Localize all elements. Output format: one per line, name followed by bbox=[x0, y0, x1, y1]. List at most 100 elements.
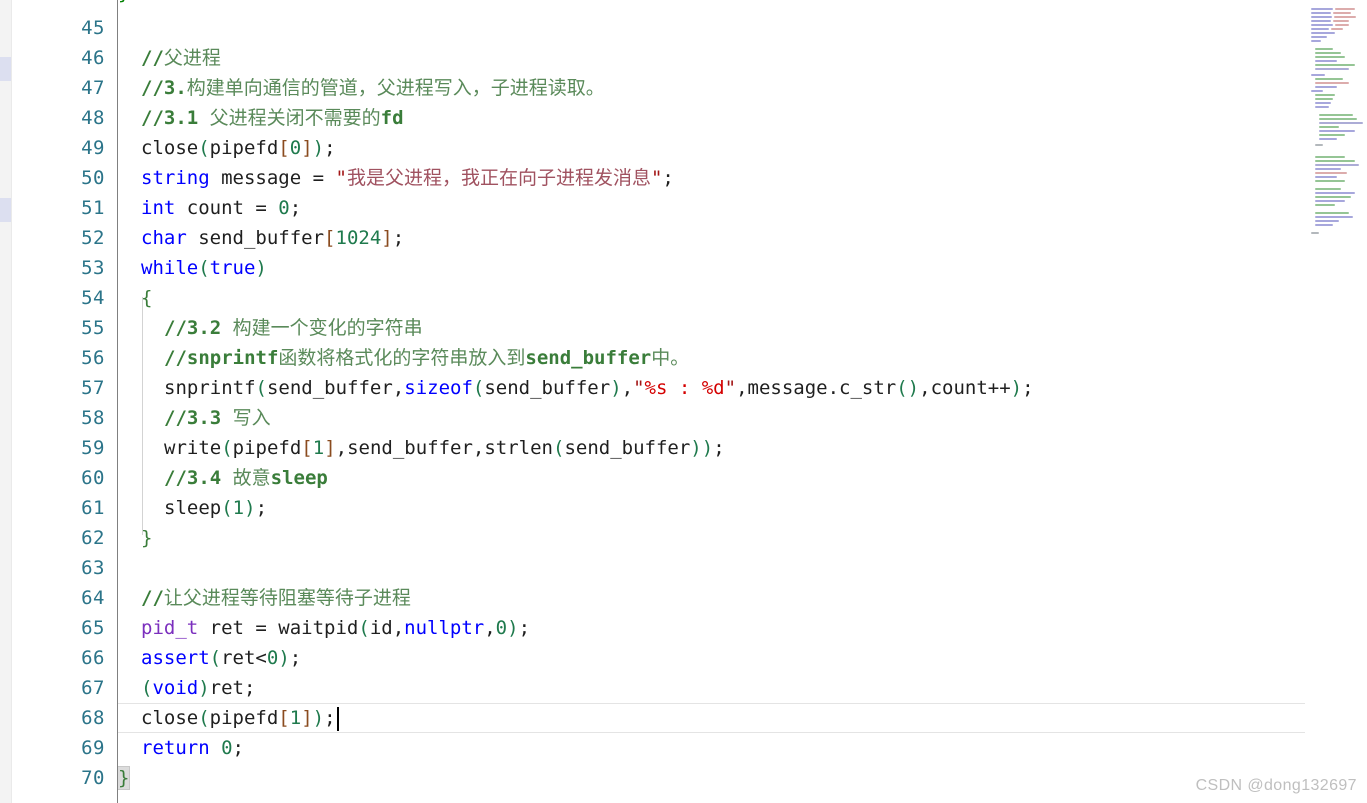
code-editor[interactable]: 45 46 47 48 49 50 51 52 53 54 55 56 57 58 59 60 61 62 63 64… bbox=[0, 0, 1367, 803]
code-line[interactable]: { bbox=[141, 283, 152, 313]
token-ident: ; bbox=[1022, 377, 1034, 399]
code-line[interactable]: sleep(1); bbox=[164, 493, 267, 523]
code-line[interactable]: //3.2 构建一个变化的字符串 bbox=[164, 313, 423, 343]
token-num: 0 bbox=[266, 647, 279, 669]
line-number: 59 bbox=[81, 437, 105, 459]
code-line[interactable]: //3.构建单向通信的管道，父进程写入，子进程读取。 bbox=[141, 73, 605, 103]
line-number: 55 bbox=[81, 317, 105, 339]
minimap-line bbox=[1315, 86, 1337, 88]
token-num: 1024 bbox=[335, 227, 382, 249]
code-line[interactable]: pid_t ret = waitpid(id,nullptr,0); bbox=[141, 613, 530, 643]
token-ident: ,message.c_str bbox=[736, 377, 897, 399]
code-line[interactable]: } bbox=[118, 763, 131, 793]
code-line[interactable]: //snprintf函数将格式化的字符串放入到send_buffer中。 bbox=[164, 343, 689, 373]
line-number: 46 bbox=[81, 47, 105, 69]
token-paren: () bbox=[896, 377, 920, 399]
code-line[interactable]: write(pipefd[1],send_buffer,strlen(send_… bbox=[164, 433, 725, 463]
token-cmt-cjk: 写入 bbox=[232, 407, 271, 429]
minimap-line bbox=[1319, 114, 1353, 116]
minimap-line bbox=[1315, 64, 1355, 66]
token-brace: { bbox=[141, 287, 153, 309]
token-brack: [ bbox=[278, 707, 290, 729]
line-number: 56 bbox=[81, 347, 105, 369]
minimap-line bbox=[1311, 90, 1323, 92]
token-ident: ; bbox=[232, 737, 244, 759]
token-brace: } bbox=[141, 527, 153, 549]
token-str-cjk: 我是父进程，我正在向子进程发消息 bbox=[346, 167, 651, 189]
minimap-line bbox=[1333, 12, 1351, 14]
code-content-area[interactable]: } //父进程//3.构建单向通信的管道，父进程写入，子进程读取。//3.1 父… bbox=[118, 0, 1367, 803]
token-ident: ; bbox=[713, 437, 725, 459]
code-line[interactable]: //父进程 bbox=[141, 43, 221, 73]
line-number: 51 bbox=[81, 197, 105, 219]
token-cmt: //3.1 bbox=[141, 107, 210, 129]
code-line[interactable]: while(true) bbox=[141, 253, 267, 283]
code-line[interactable]: int count = 0; bbox=[141, 193, 301, 223]
minimap-line bbox=[1315, 192, 1355, 194]
minimap-line bbox=[1311, 24, 1333, 26]
token-cmt-cjk: 函数将格式化的字符串放入到 bbox=[278, 347, 526, 369]
code-line[interactable]: close(pipefd[1]); bbox=[141, 703, 336, 733]
code-line[interactable]: char send_buffer[1024]; bbox=[141, 223, 404, 253]
code-line[interactable]: (void)ret; bbox=[141, 673, 255, 703]
code-line[interactable]: //让父进程等待阻塞等待子进程 bbox=[141, 583, 411, 613]
code-line[interactable]: return 0; bbox=[141, 733, 244, 763]
minimap-line bbox=[1319, 118, 1357, 120]
token-ident: send_buffer bbox=[484, 377, 611, 399]
code-line[interactable]: } bbox=[141, 523, 152, 553]
token-ident: pipefd bbox=[209, 707, 279, 729]
token-cmt-cjk: 故意 bbox=[232, 467, 271, 489]
token-fn: sleep bbox=[164, 497, 222, 519]
minimap-line bbox=[1333, 20, 1349, 22]
minimap-line bbox=[1315, 52, 1341, 54]
indent-guide bbox=[142, 297, 143, 535]
minimap-line bbox=[1315, 196, 1351, 198]
minimap-line bbox=[1315, 60, 1337, 62]
token-brace-match: } bbox=[118, 766, 131, 790]
token-cmt: //3.3 bbox=[164, 407, 233, 429]
csdn-watermark: CSDN @dong132697 bbox=[1195, 777, 1357, 794]
minimap-line bbox=[1331, 28, 1343, 30]
code-line[interactable]: assert(ret<0); bbox=[141, 643, 301, 673]
token-cmt-cjk: 让父进程等待阻塞等待子进程 bbox=[163, 587, 411, 609]
line-number: 58 bbox=[81, 407, 105, 429]
token-paren: ) bbox=[244, 497, 256, 519]
token-ident: send_buffer bbox=[564, 437, 691, 459]
token-paren: ( bbox=[209, 647, 222, 669]
minimap[interactable] bbox=[1305, 0, 1367, 803]
token-ident: ; bbox=[289, 197, 302, 219]
token-cmt: send_buffer bbox=[525, 347, 652, 369]
token-ident: ret< bbox=[221, 647, 267, 669]
overview-marker-0[interactable] bbox=[0, 57, 11, 81]
code-line[interactable]: //3.4 故意sleep bbox=[164, 463, 328, 493]
line-number: 50 bbox=[81, 167, 105, 189]
code-line[interactable]: //3.1 父进程关闭不需要的fd bbox=[141, 103, 404, 133]
minimap-line bbox=[1315, 204, 1335, 206]
code-line[interactable]: //3.3 写入 bbox=[164, 403, 271, 433]
minimap-line bbox=[1315, 176, 1337, 178]
token-kw: char bbox=[141, 227, 187, 249]
overview-ruler-strip[interactable] bbox=[0, 0, 12, 803]
token-kw: nullptr bbox=[404, 617, 485, 639]
overview-marker-1[interactable] bbox=[0, 198, 11, 222]
minimap-line bbox=[1319, 122, 1363, 124]
token-paren: ( bbox=[141, 677, 153, 699]
token-cmt: //3.4 bbox=[164, 467, 233, 489]
token-num: 1 bbox=[289, 707, 302, 729]
token-kw: int bbox=[141, 197, 176, 219]
minimap-line bbox=[1311, 20, 1331, 22]
code-line[interactable]: snprintf(send_buffer,sizeof(send_buffer)… bbox=[164, 373, 1034, 403]
minimap-line bbox=[1315, 224, 1333, 226]
token-ident: pipefd bbox=[232, 437, 302, 459]
token-paren: ( bbox=[358, 617, 370, 639]
line-number: 66 bbox=[81, 647, 105, 669]
minimap-line bbox=[1315, 216, 1353, 218]
token-brack: ] bbox=[301, 137, 313, 159]
minimap-line bbox=[1319, 134, 1345, 136]
token-paren: ) bbox=[312, 707, 325, 729]
token-ident: count = bbox=[175, 197, 279, 219]
token-kw: true bbox=[209, 257, 256, 279]
code-line[interactable]: close(pipefd[0]); bbox=[141, 133, 336, 163]
token-ident: send_buffer, bbox=[266, 377, 405, 399]
code-line[interactable]: string message = "我是父进程，我正在向子进程发消息"; bbox=[141, 163, 674, 193]
